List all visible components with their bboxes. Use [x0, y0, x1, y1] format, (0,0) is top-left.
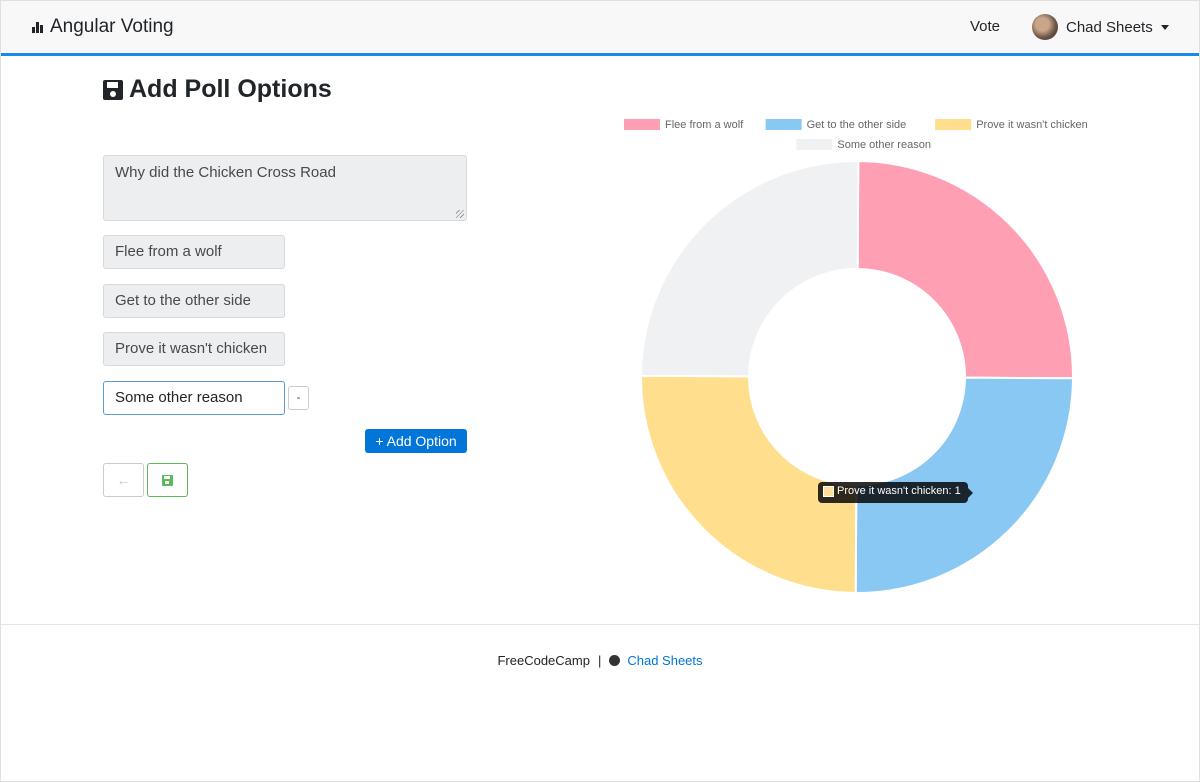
avatar: [1032, 14, 1058, 40]
option-input-4[interactable]: Some other reason: [103, 381, 285, 415]
option-input-3[interactable]: Prove it wasn't chicken: [103, 332, 285, 366]
save-icon: [162, 474, 173, 486]
brand-text: Angular Voting: [50, 16, 174, 37]
navbar: Angular Voting Vote Chad Sheets: [1, 1, 1199, 56]
chart-slice-1[interactable]: [856, 159, 1074, 380]
author-link[interactable]: Chad Sheets: [627, 653, 702, 668]
option-input-2[interactable]: Get to the other side: [103, 284, 285, 318]
question-text: Why did the Chicken Cross Road: [115, 164, 336, 181]
footer-divider: [1, 624, 1199, 625]
legend-label-1[interactable]: Flee from a wolf: [665, 119, 744, 131]
legend-label-4[interactable]: Some other reason: [837, 139, 931, 151]
legend-swatch-1[interactable]: [624, 119, 660, 130]
remove-option-button[interactable]: -: [288, 386, 309, 410]
bar-chart-icon: [32, 21, 46, 33]
tooltip-text: Prove it wasn't chicken: 1: [837, 485, 961, 497]
footer-text: FreeCodeCamp: [497, 653, 590, 668]
legend-swatch-2[interactable]: [765, 119, 802, 130]
brand-link[interactable]: Angular Voting: [32, 16, 174, 38]
footer: FreeCodeCamp | Chad Sheets: [1, 653, 1199, 668]
doughnut-chart: Flee from a wolf Get to the other side Pro…: [624, 119, 1088, 595]
question-textarea[interactable]: Why did the Chicken Cross Road: [103, 155, 467, 221]
poll-chart: Flee from a wolf Get to the other side Pro…: [601, 101, 1161, 611]
user-name: Chad Sheets: [1066, 18, 1153, 36]
option-input-1[interactable]: Flee from a wolf: [103, 235, 285, 269]
page-title-text: Add Poll Options: [129, 75, 332, 103]
add-option-button[interactable]: + Add Option: [365, 429, 467, 453]
resize-handle[interactable]: [456, 210, 464, 218]
tooltip-swatch: [823, 486, 834, 497]
save-button[interactable]: [147, 463, 188, 497]
arrow-left-icon: ←: [116, 472, 131, 488]
page-title: Add Poll Options: [103, 75, 332, 104]
legend-swatch-4[interactable]: [796, 139, 833, 150]
github-icon: [609, 655, 621, 666]
chart-tooltip: Prove it wasn't chicken: 1: [818, 482, 973, 503]
caret-down-icon: [1160, 24, 1169, 30]
legend-label-3[interactable]: Prove it wasn't chicken: [976, 119, 1088, 131]
legend-swatch-3[interactable]: [935, 119, 972, 130]
nav-vote-link[interactable]: Vote: [970, 18, 1000, 35]
legend-label-2[interactable]: Get to the other side: [807, 119, 907, 131]
footer-separator: |: [597, 653, 602, 668]
chart-slice-4[interactable]: [639, 160, 860, 378]
user-menu[interactable]: Chad Sheets: [1032, 14, 1169, 40]
back-button[interactable]: ←: [103, 463, 144, 497]
save-icon: [103, 79, 123, 100]
